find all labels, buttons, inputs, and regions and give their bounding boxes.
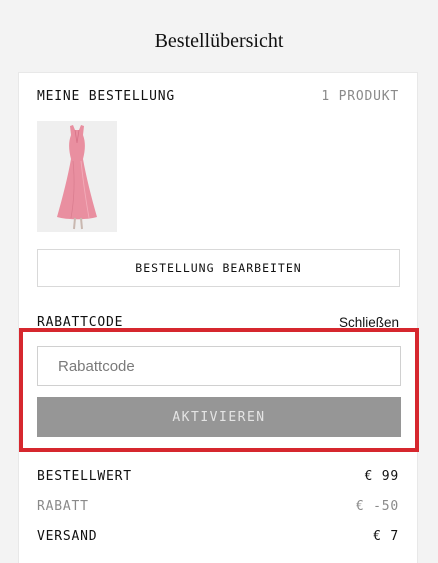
pink-dress-image xyxy=(37,121,117,232)
order-value-amount: € 99 xyxy=(364,469,399,484)
close-coupon-link[interactable]: Schließen xyxy=(339,315,399,330)
shipping-label: VERSAND xyxy=(37,529,98,544)
shipping-row: VERSAND € 7 xyxy=(37,529,399,544)
shipping-amount: € 7 xyxy=(373,529,399,544)
order-value-row: BESTELLWERT € 99 xyxy=(37,469,399,484)
activate-coupon-button[interactable]: AKTIVIEREN xyxy=(37,397,401,437)
page-title: Bestellübersicht xyxy=(154,30,284,52)
discount-row: RABATT € -50 xyxy=(37,499,399,514)
coupon-header: RABATTCODE Schließen xyxy=(37,315,399,330)
edit-order-button[interactable]: BESTELLUNG BEARBEITEN xyxy=(37,249,400,287)
order-header: MEINE BESTELLUNG 1 PRODUKT xyxy=(37,89,399,104)
coupon-code-input[interactable] xyxy=(37,346,401,386)
order-value-label: BESTELLWERT xyxy=(37,469,132,484)
discount-amount: € -50 xyxy=(355,499,399,514)
order-heading: MEINE BESTELLUNG xyxy=(37,89,176,104)
coupon-heading: RABATTCODE xyxy=(37,315,124,330)
product-count: 1 PRODUKT xyxy=(321,89,399,104)
product-thumbnail[interactable] xyxy=(37,121,117,232)
order-summary-panel: MEINE BESTELLUNG 1 PRODUKT BESTELLUNG BE… xyxy=(18,72,418,563)
discount-label: RABATT xyxy=(37,499,89,514)
